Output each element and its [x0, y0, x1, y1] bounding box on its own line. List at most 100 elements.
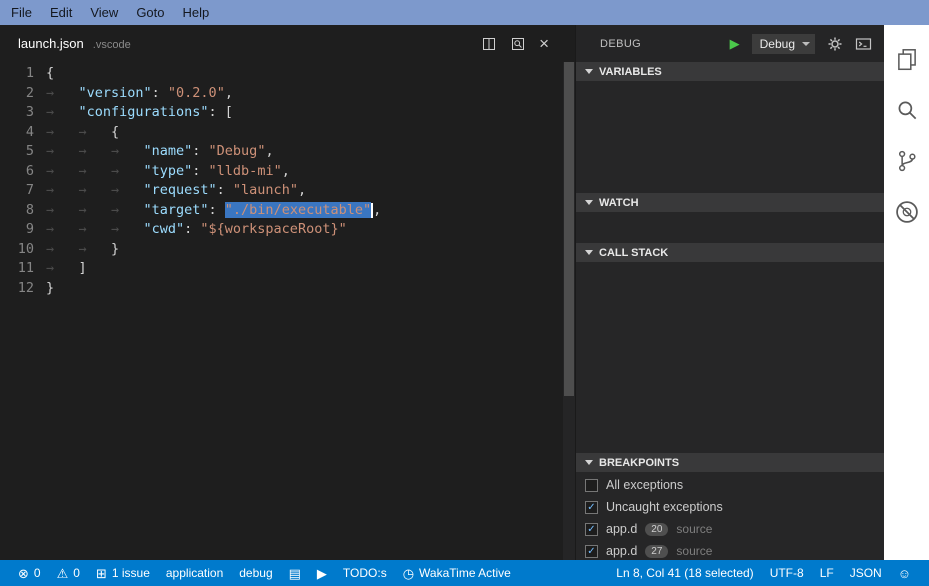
code-line[interactable]: 8→→→"target": "./bin/executable", [0, 201, 575, 221]
checkbox-checked[interactable]: ✓ [585, 545, 598, 558]
code-token: "${workspaceRoot}" [200, 221, 346, 237]
code-line[interactable]: 10→→} [0, 240, 575, 260]
status-wakatime-active[interactable]: ◷WakaTime Active [395, 560, 519, 586]
code-line[interactable]: 4→→{ [0, 123, 575, 143]
status-text: 0 [34, 566, 41, 580]
doc-icon: ▤ [289, 567, 301, 580]
status-utf-8[interactable]: UTF-8 [762, 560, 812, 586]
explorer-icon[interactable] [884, 33, 929, 84]
menu-edit[interactable]: Edit [41, 0, 81, 25]
menu-goto[interactable]: Goto [127, 0, 173, 25]
editor-scrollbar[interactable] [563, 62, 575, 560]
status-1-issue[interactable]: ⊞1 issue [88, 560, 158, 586]
play-icon: ▶ [317, 567, 327, 580]
start-debug-icon[interactable]: ▶ [730, 36, 740, 52]
code-token: { [111, 124, 119, 140]
checkbox-unchecked[interactable] [585, 479, 598, 492]
breakpoint-item[interactable]: ✓app.d20source [576, 518, 884, 540]
debug-config-dropdown[interactable]: Debug [752, 34, 815, 54]
line-content: →→} [46, 240, 119, 260]
code-token: → [111, 201, 144, 221]
breakpoint-item[interactable]: All exceptions [576, 474, 884, 496]
code-line[interactable]: 6→→→"type": "lldb-mi", [0, 162, 575, 182]
status-todo-s[interactable]: TODO:s [335, 560, 395, 586]
code-token: → [46, 142, 79, 162]
code-line[interactable]: 12} [0, 279, 575, 299]
line-content: →→→"target": "./bin/executable", [46, 201, 381, 221]
code-token: "type" [144, 163, 193, 179]
open-preview-icon[interactable] [510, 36, 526, 52]
code-token: → [111, 181, 144, 201]
code-line[interactable]: 11→] [0, 259, 575, 279]
debug-sidebar: DEBUG ▶ Debug [575, 25, 884, 560]
warning-icon: ⚠ [57, 567, 69, 580]
debug-console-icon[interactable] [855, 36, 872, 52]
status-smiley[interactable]: ☺ [890, 560, 919, 586]
status-text: Ln 8, Col 41 (18 selected) [616, 566, 753, 580]
line-number: 4 [0, 123, 46, 143]
menu-help[interactable]: Help [174, 0, 219, 25]
scrollbar-thumb[interactable] [564, 62, 574, 396]
tab-filename[interactable]: launch.json [18, 36, 84, 51]
status-text: UTF-8 [770, 566, 804, 580]
close-icon[interactable]: × [539, 36, 549, 52]
status-play[interactable]: ▶ [309, 560, 335, 586]
status-left: ⊗0⚠0⊞1 issueapplicationdebug▤▶TODO:s◷Wak… [10, 560, 519, 586]
breakpoint-item[interactable]: ✓Uncaught exceptions [576, 496, 884, 518]
breakpoint-item[interactable]: ✓app.d27source [576, 540, 884, 560]
debug-disabled-icon[interactable] [884, 186, 929, 237]
git-branch-icon[interactable] [884, 135, 929, 186]
error-icon: ⊗ [18, 567, 29, 580]
line-content: →→→"cwd": "${workspaceRoot}" [46, 220, 347, 240]
code-token: → [111, 220, 144, 240]
status-doc[interactable]: ▤ [281, 560, 309, 586]
search-icon[interactable] [884, 84, 929, 135]
status-text: LF [820, 566, 834, 580]
status-debug[interactable]: debug [231, 560, 280, 586]
section-header-watch[interactable]: WATCH [576, 193, 884, 212]
checkbox-checked[interactable]: ✓ [585, 501, 598, 514]
checkbox-checked[interactable]: ✓ [585, 523, 598, 536]
status-json[interactable]: JSON [842, 560, 890, 586]
line-number: 3 [0, 103, 46, 123]
code-token: , [373, 202, 381, 218]
code-token: : [209, 202, 225, 218]
debug-toolbar: DEBUG ▶ Debug [576, 25, 884, 62]
code-token: : [192, 143, 208, 159]
gear-icon[interactable] [827, 36, 843, 52]
line-content: →→→"name": "Debug", [46, 142, 274, 162]
status-0[interactable]: ⚠0 [49, 560, 88, 586]
section-header-breakpoints[interactable]: BREAKPOINTS [576, 453, 884, 472]
split-editor-icon[interactable] [481, 36, 497, 52]
code-line[interactable]: 9→→→"cwd": "${workspaceRoot}" [0, 220, 575, 240]
code-token: → [79, 162, 112, 182]
code-line[interactable]: 7→→→"request": "launch", [0, 181, 575, 201]
line-number: 1 [0, 64, 46, 84]
line-number: 10 [0, 240, 46, 260]
status-ln-8-col-41-18-selected[interactable]: Ln 8, Col 41 (18 selected) [608, 560, 761, 586]
line-number: 2 [0, 84, 46, 104]
menu-file[interactable]: File [2, 0, 41, 25]
tab-actions: × [481, 36, 549, 52]
status-lf[interactable]: LF [812, 560, 842, 586]
code-token: : [184, 221, 200, 237]
breakpoint-label: app.d [606, 522, 637, 536]
debug-config-value: Debug [760, 37, 795, 51]
line-number: 12 [0, 279, 46, 299]
code-token: "0.2.0" [168, 85, 225, 101]
status-application[interactable]: application [158, 560, 231, 586]
code-line[interactable]: 5→→→"name": "Debug", [0, 142, 575, 162]
code-line[interactable]: 2→"version": "0.2.0", [0, 84, 575, 104]
code-area[interactable]: 1{2→"version": "0.2.0",3→"configurations… [0, 62, 575, 560]
code-line[interactable]: 3→"configurations": [ [0, 103, 575, 123]
watch-body [576, 212, 884, 243]
menu-view[interactable]: View [81, 0, 127, 25]
section-header-call-stack[interactable]: CALL STACK [576, 243, 884, 262]
code-line[interactable]: 1{ [0, 64, 575, 84]
status-text: 1 issue [112, 566, 150, 580]
code-token: "lldb-mi" [209, 163, 282, 179]
collapse-icon [585, 250, 593, 255]
breakpoints-list: All exceptions✓Uncaught exceptions✓app.d… [576, 472, 884, 560]
status-0[interactable]: ⊗0 [10, 560, 49, 586]
section-header-variables[interactable]: VARIABLES [576, 62, 884, 81]
